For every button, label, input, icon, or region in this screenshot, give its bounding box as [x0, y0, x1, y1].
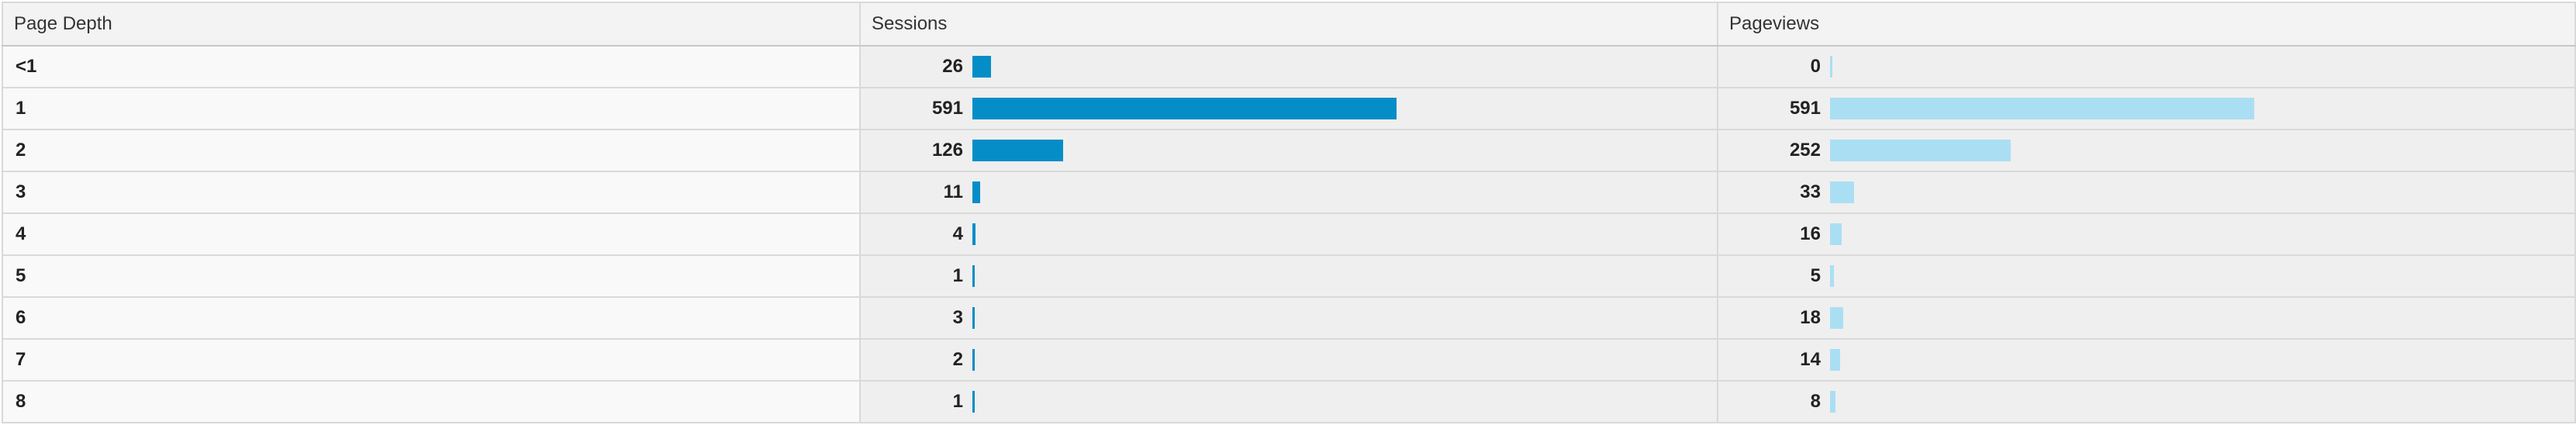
sessions-cell: 1: [859, 380, 1718, 423]
sessions-bar: [972, 98, 1397, 119]
sessions-value: 3: [952, 307, 963, 328]
page-depth-cell: 1: [2, 87, 861, 130]
sessions-bar-track: [972, 223, 1717, 245]
column-header-pageviews[interactable]: Pageviews: [1717, 2, 2576, 47]
pageviews-cell: 5: [1717, 254, 2576, 298]
sessions-value: 126: [931, 140, 963, 161]
pageviews-value: 33: [1800, 181, 1821, 202]
sessions-bar: [972, 223, 975, 245]
pageviews-cell: 33: [1717, 171, 2576, 214]
pageviews-cell: 8: [1717, 380, 2576, 423]
table-row: 2 126 252: [2, 129, 2576, 172]
pageviews-value: 0: [1810, 56, 1821, 77]
sessions-cell: 26: [859, 45, 1718, 88]
sessions-bar: [972, 265, 975, 287]
page-depth-cell: 5: [2, 254, 861, 298]
sessions-bar-track: [972, 265, 1717, 287]
pageviews-bar-track: [1830, 98, 2574, 119]
table-row: 1 591 591: [2, 87, 2576, 130]
sessions-bar-track: [972, 307, 1717, 329]
pageviews-value: 8: [1810, 391, 1821, 412]
pageviews-bar-track: [1830, 307, 2574, 329]
column-header-sessions[interactable]: Sessions: [859, 2, 1718, 47]
table-row: 6 3 18: [2, 296, 2576, 340]
sessions-value: 1: [952, 265, 963, 286]
pageviews-value: 591: [1789, 98, 1821, 119]
sessions-cell: 126: [859, 129, 1718, 172]
page-depth-cell: <1: [2, 45, 861, 88]
pageviews-cell: 18: [1717, 296, 2576, 340]
table-row: 7 2 14: [2, 338, 2576, 382]
table-row: 8 1 8: [2, 380, 2576, 423]
sessions-bar: [972, 307, 975, 329]
pageviews-bar: [1830, 181, 1854, 203]
sessions-bar: [972, 140, 1063, 161]
pageviews-bar: [1830, 391, 1836, 413]
pageviews-cell: 252: [1717, 129, 2576, 172]
page-depth-cell: 8: [2, 380, 861, 423]
sessions-value: 2: [952, 349, 963, 370]
sessions-bar-track: [972, 391, 1717, 413]
pageviews-bar: [1830, 56, 1832, 78]
page-depth-cell: 4: [2, 212, 861, 256]
sessions-bar-track: [972, 140, 1717, 161]
sessions-bar-track: [972, 98, 1717, 119]
page-depth-report-table: Page Depth Sessions Pageviews <1 26 0 1 591 5…: [2, 2, 2576, 423]
sessions-bar: [972, 391, 975, 413]
page-depth-cell: 7: [2, 338, 861, 382]
pageviews-bar-track: [1830, 265, 2574, 287]
pageviews-cell: 14: [1717, 338, 2576, 382]
sessions-bar-track: [972, 56, 1717, 78]
column-header-page-depth[interactable]: Page Depth: [2, 2, 861, 47]
sessions-value: 4: [952, 223, 963, 244]
pageviews-value: 16: [1800, 223, 1821, 244]
pageviews-bar-track: [1830, 391, 2574, 413]
page-depth-cell: 6: [2, 296, 861, 340]
sessions-bar: [972, 181, 981, 203]
sessions-value: 11: [943, 181, 963, 202]
sessions-cell: 591: [859, 87, 1718, 130]
pageviews-bar: [1830, 140, 2011, 161]
sessions-cell: 11: [859, 171, 1718, 214]
pageviews-cell: 591: [1717, 87, 2576, 130]
sessions-cell: 1: [859, 254, 1718, 298]
page-depth-cell: 2: [2, 129, 861, 172]
pageviews-bar: [1830, 307, 1843, 329]
pageviews-cell: 16: [1717, 212, 2576, 256]
sessions-cell: 4: [859, 212, 1718, 256]
pageviews-value: 14: [1800, 349, 1821, 370]
pageviews-value: 252: [1789, 140, 1821, 161]
pageviews-bar-track: [1830, 181, 2574, 203]
header-row: Page Depth Sessions Pageviews: [2, 2, 2576, 47]
pageviews-value: 5: [1810, 265, 1821, 286]
pageviews-bar: [1830, 265, 1834, 287]
page-depth-cell: 3: [2, 171, 861, 214]
sessions-value: 26: [942, 56, 963, 77]
pageviews-bar-track: [1830, 56, 2574, 78]
pageviews-bar: [1830, 98, 2255, 119]
table-row: 4 4 16: [2, 212, 2576, 256]
sessions-bar: [972, 349, 975, 371]
pageviews-bar-track: [1830, 223, 2574, 245]
table-row: <1 26 0: [2, 45, 2576, 88]
sessions-bar-track: [972, 181, 1717, 203]
sessions-bar: [972, 56, 992, 78]
sessions-cell: 2: [859, 338, 1718, 382]
sessions-bar-track: [972, 349, 1717, 371]
table-row: 5 1 5: [2, 254, 2576, 298]
pageviews-cell: 0: [1717, 45, 2576, 88]
pageviews-bar: [1830, 349, 1840, 371]
sessions-cell: 3: [859, 296, 1718, 340]
sessions-value: 1: [952, 391, 963, 412]
pageviews-bar-track: [1830, 349, 2574, 371]
pageviews-bar-track: [1830, 140, 2574, 161]
pageviews-bar: [1830, 223, 1842, 245]
table-body: <1 26 0 1 591 591 2 126 252 3 11 33 4 4 16 5 1 5 6 3 18 7 2 14 8…: [2, 45, 2576, 423]
table-row: 3 11 33: [2, 171, 2576, 214]
pageviews-value: 18: [1800, 307, 1821, 328]
sessions-value: 591: [931, 98, 963, 119]
